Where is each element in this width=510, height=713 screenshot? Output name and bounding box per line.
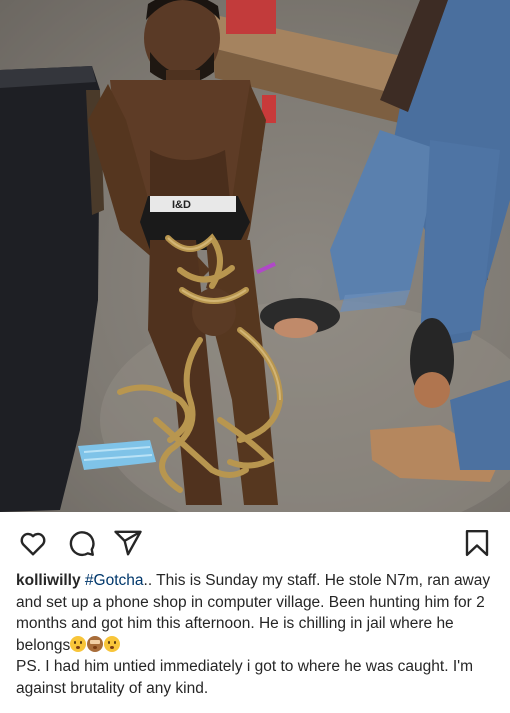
- flushed-face-icon: [70, 635, 87, 652]
- comment-button[interactable]: [66, 528, 96, 558]
- caption-ps: PS. I had him untied immediately i got t…: [16, 658, 473, 697]
- post-photo-illustration: I&D: [0, 0, 510, 512]
- underwear-brand-text: I&D: [172, 199, 191, 211]
- see-no-evil-monkey-icon: [87, 635, 104, 652]
- caption-username[interactable]: kolliwilly: [16, 572, 81, 589]
- flushed-face-icon: [104, 635, 121, 652]
- post-caption: kolliwilly #Gotcha.. This is Sunday my s…: [16, 570, 496, 699]
- post-photo[interactable]: I&D: [0, 0, 510, 512]
- post-action-bar: [0, 520, 510, 564]
- share-icon: [114, 530, 142, 556]
- share-button[interactable]: [113, 528, 143, 558]
- bookmark-icon: [465, 529, 489, 557]
- heart-icon: [20, 532, 46, 556]
- like-button[interactable]: [18, 528, 48, 558]
- comment-icon: [69, 531, 95, 557]
- caption-hashtag[interactable]: #Gotcha: [85, 572, 144, 589]
- caption-paragraph: kolliwilly #Gotcha.. This is Sunday my s…: [16, 570, 496, 656]
- save-button[interactable]: [462, 528, 492, 558]
